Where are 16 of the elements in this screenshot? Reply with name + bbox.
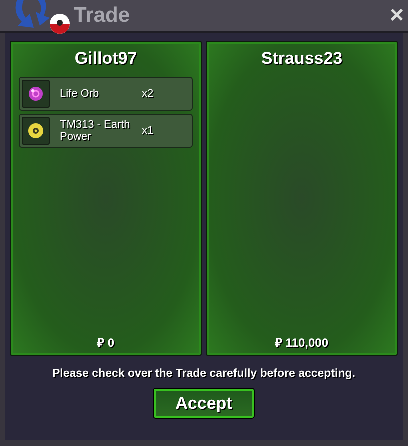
item-quantity: x1 — [142, 125, 154, 137]
item-quantity: x2 — [142, 88, 154, 100]
close-button[interactable]: × — [386, 4, 408, 28]
item-name: Life Orb — [60, 88, 100, 100]
item-name: TM313 - Earth Power — [60, 119, 132, 143]
item-row[interactable]: Life Orb x2 — [19, 77, 193, 111]
money-amount: ₽ 110,000 — [274, 335, 330, 351]
item-row[interactable]: TM313 - Earth Power x1 — [19, 114, 193, 148]
orb-icon — [28, 86, 44, 102]
player-name: Gillot97 — [74, 49, 138, 69]
window-title: Trade — [74, 4, 132, 28]
notice-text: Please check over the Trade carefully before accepting. — [52, 368, 356, 380]
player-name: Strauss23 — [260, 49, 344, 69]
accept-button[interactable]: Accept — [154, 389, 254, 418]
money-amount: ₽ 0 — [96, 335, 116, 351]
disc-icon — [28, 123, 44, 139]
